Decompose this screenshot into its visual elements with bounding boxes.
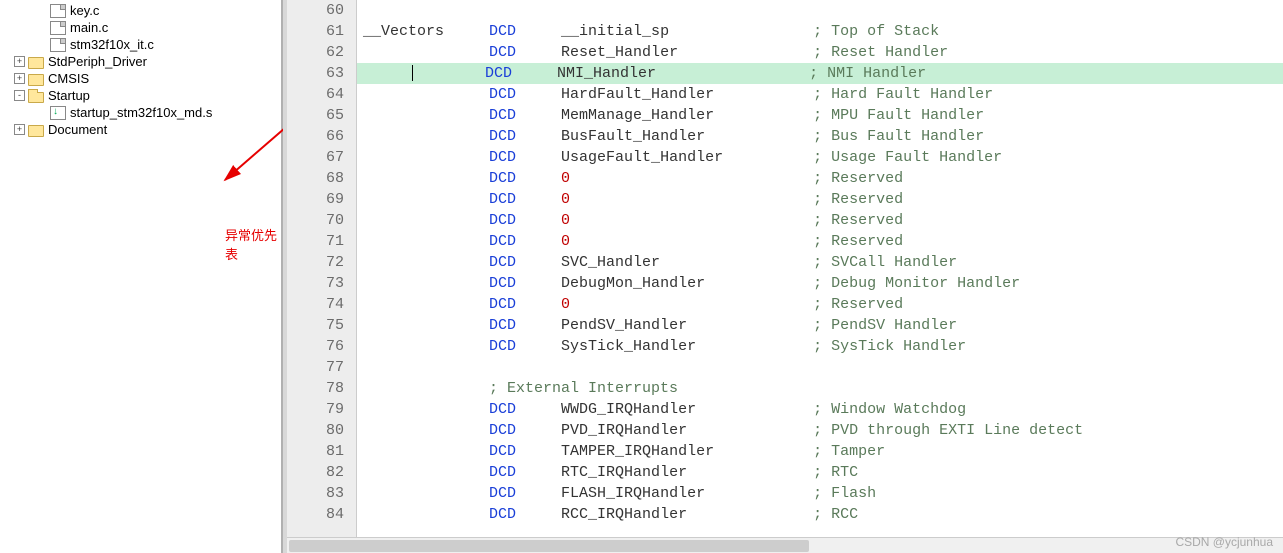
tree-item-cmsis[interactable]: + CMSIS [0,70,281,87]
line-number: 67 [287,147,344,168]
line-number: 77 [287,357,344,378]
tree-item-document[interactable]: + Document [0,121,281,138]
file-icon [50,21,66,35]
tree-item-main-c[interactable]: main.c [0,19,281,36]
line-number: 60 [287,0,344,21]
code-line[interactable]: DCD 0 ; Reserved [357,189,1283,210]
code-area[interactable]: __Vectors DCD __initial_sp ; Top of Stac… [357,0,1283,553]
code-line[interactable] [357,0,1283,21]
tree-item-startup-stm32f10x-md-s[interactable]: startup_stm32f10x_md.s [0,104,281,121]
tree-item-label: key.c [70,3,99,18]
collapse-icon[interactable]: - [14,90,25,101]
line-number: 65 [287,105,344,126]
code-line[interactable]: DCD 0 ; Reserved [357,231,1283,252]
code-line[interactable]: DCD SysTick_Handler ; SysTick Handler [357,336,1283,357]
line-number: 68 [287,168,344,189]
line-number: 64 [287,84,344,105]
code-line[interactable]: DCD RTC_IRQHandler ; RTC [357,462,1283,483]
code-line[interactable]: DCD MemManage_Handler ; MPU Fault Handle… [357,105,1283,126]
code-line[interactable]: __Vectors DCD __initial_sp ; Top of Stac… [357,21,1283,42]
line-number-gutter: 6061626364656667686970717273747576777879… [287,0,357,553]
code-line[interactable]: DCD PendSV_Handler ; PendSV Handler [357,315,1283,336]
folder-icon [28,74,44,86]
code-line[interactable]: DCD Reset_Handler ; Reset Handler [357,42,1283,63]
tree-item-startup[interactable]: - Startup [0,87,281,104]
expand-icon[interactable]: + [14,124,25,135]
folder-icon [28,57,44,69]
line-number: 62 [287,42,344,63]
code-line[interactable]: DCD PVD_IRQHandler ; PVD through EXTI Li… [357,420,1283,441]
code-line[interactable]: DCD TAMPER_IRQHandler ; Tamper [357,441,1283,462]
code-line[interactable]: DCD SVC_Handler ; SVCall Handler [357,252,1283,273]
line-number: 79 [287,399,344,420]
code-line[interactable]: DCD HardFault_Handler ; Hard Fault Handl… [357,84,1283,105]
tree-item-label: main.c [70,20,108,35]
scrollbar-thumb[interactable] [289,540,809,552]
annotation-label: 异常优先表 [225,225,281,263]
code-line[interactable]: DCD 0 ; Reserved [357,210,1283,231]
code-line[interactable]: DCD DebugMon_Handler ; Debug Monitor Han… [357,273,1283,294]
line-number: 84 [287,504,344,525]
line-number: 61 [287,21,344,42]
code-line[interactable] [357,357,1283,378]
code-line[interactable]: DCD UsageFault_Handler ; Usage Fault Han… [357,147,1283,168]
code-line[interactable]: DCD WWDG_IRQHandler ; Window Watchdog [357,399,1283,420]
project-tree[interactable]: key.c main.c stm32f10x_it.c + StdPeriph_Driv… [0,2,281,138]
line-number: 76 [287,336,344,357]
horizontal-scrollbar[interactable] [287,537,1283,553]
line-number: 73 [287,273,344,294]
file-icon [50,38,66,52]
code-line[interactable]: ; External Interrupts [357,378,1283,399]
code-line[interactable]: DCD RCC_IRQHandler ; RCC [357,504,1283,525]
asm-file-icon [50,106,66,120]
code-line[interactable]: DCD FLASH_IRQHandler ; Flash [357,483,1283,504]
line-number: 69 [287,189,344,210]
code-line[interactable]: DCD 0 ; Reserved [357,168,1283,189]
line-number: 83 [287,483,344,504]
code-line[interactable]: DCD 0 ; Reserved [357,294,1283,315]
line-number: 66 [287,126,344,147]
line-number: 71 [287,231,344,252]
line-number: 63 [287,63,344,84]
code-line[interactable]: DCD BusFault_Handler ; Bus Fault Handler [357,126,1283,147]
line-number: 70 [287,210,344,231]
tree-item-label: CMSIS [48,71,89,86]
code-editor[interactable]: 6061626364656667686970717273747576777879… [283,0,1283,553]
line-number: 78 [287,378,344,399]
line-number: 74 [287,294,344,315]
expand-icon[interactable]: + [14,56,25,67]
tree-item-label: Document [48,122,107,137]
tree-item-label: Startup [48,88,90,103]
tree-item-label: startup_stm32f10x_md.s [70,105,212,120]
tree-item-stm32f10x-it-c[interactable]: stm32f10x_it.c [0,36,281,53]
folder-open-icon [28,92,44,103]
line-number: 80 [287,420,344,441]
tree-item-label: stm32f10x_it.c [70,37,154,52]
line-number: 82 [287,462,344,483]
tree-item-key-c[interactable]: key.c [0,2,281,19]
folder-icon [28,125,44,137]
line-number: 75 [287,315,344,336]
line-number: 72 [287,252,344,273]
tree-item-stdperiph-driver[interactable]: + StdPeriph_Driver [0,53,281,70]
project-tree-panel: key.c main.c stm32f10x_it.c + StdPeriph_Driv… [0,0,283,553]
line-number: 81 [287,441,344,462]
expand-icon[interactable]: + [14,73,25,84]
code-line[interactable]: DCD NMI_Handler ; NMI Handler [357,63,1283,84]
file-icon [50,4,66,18]
tree-item-label: StdPeriph_Driver [48,54,147,69]
